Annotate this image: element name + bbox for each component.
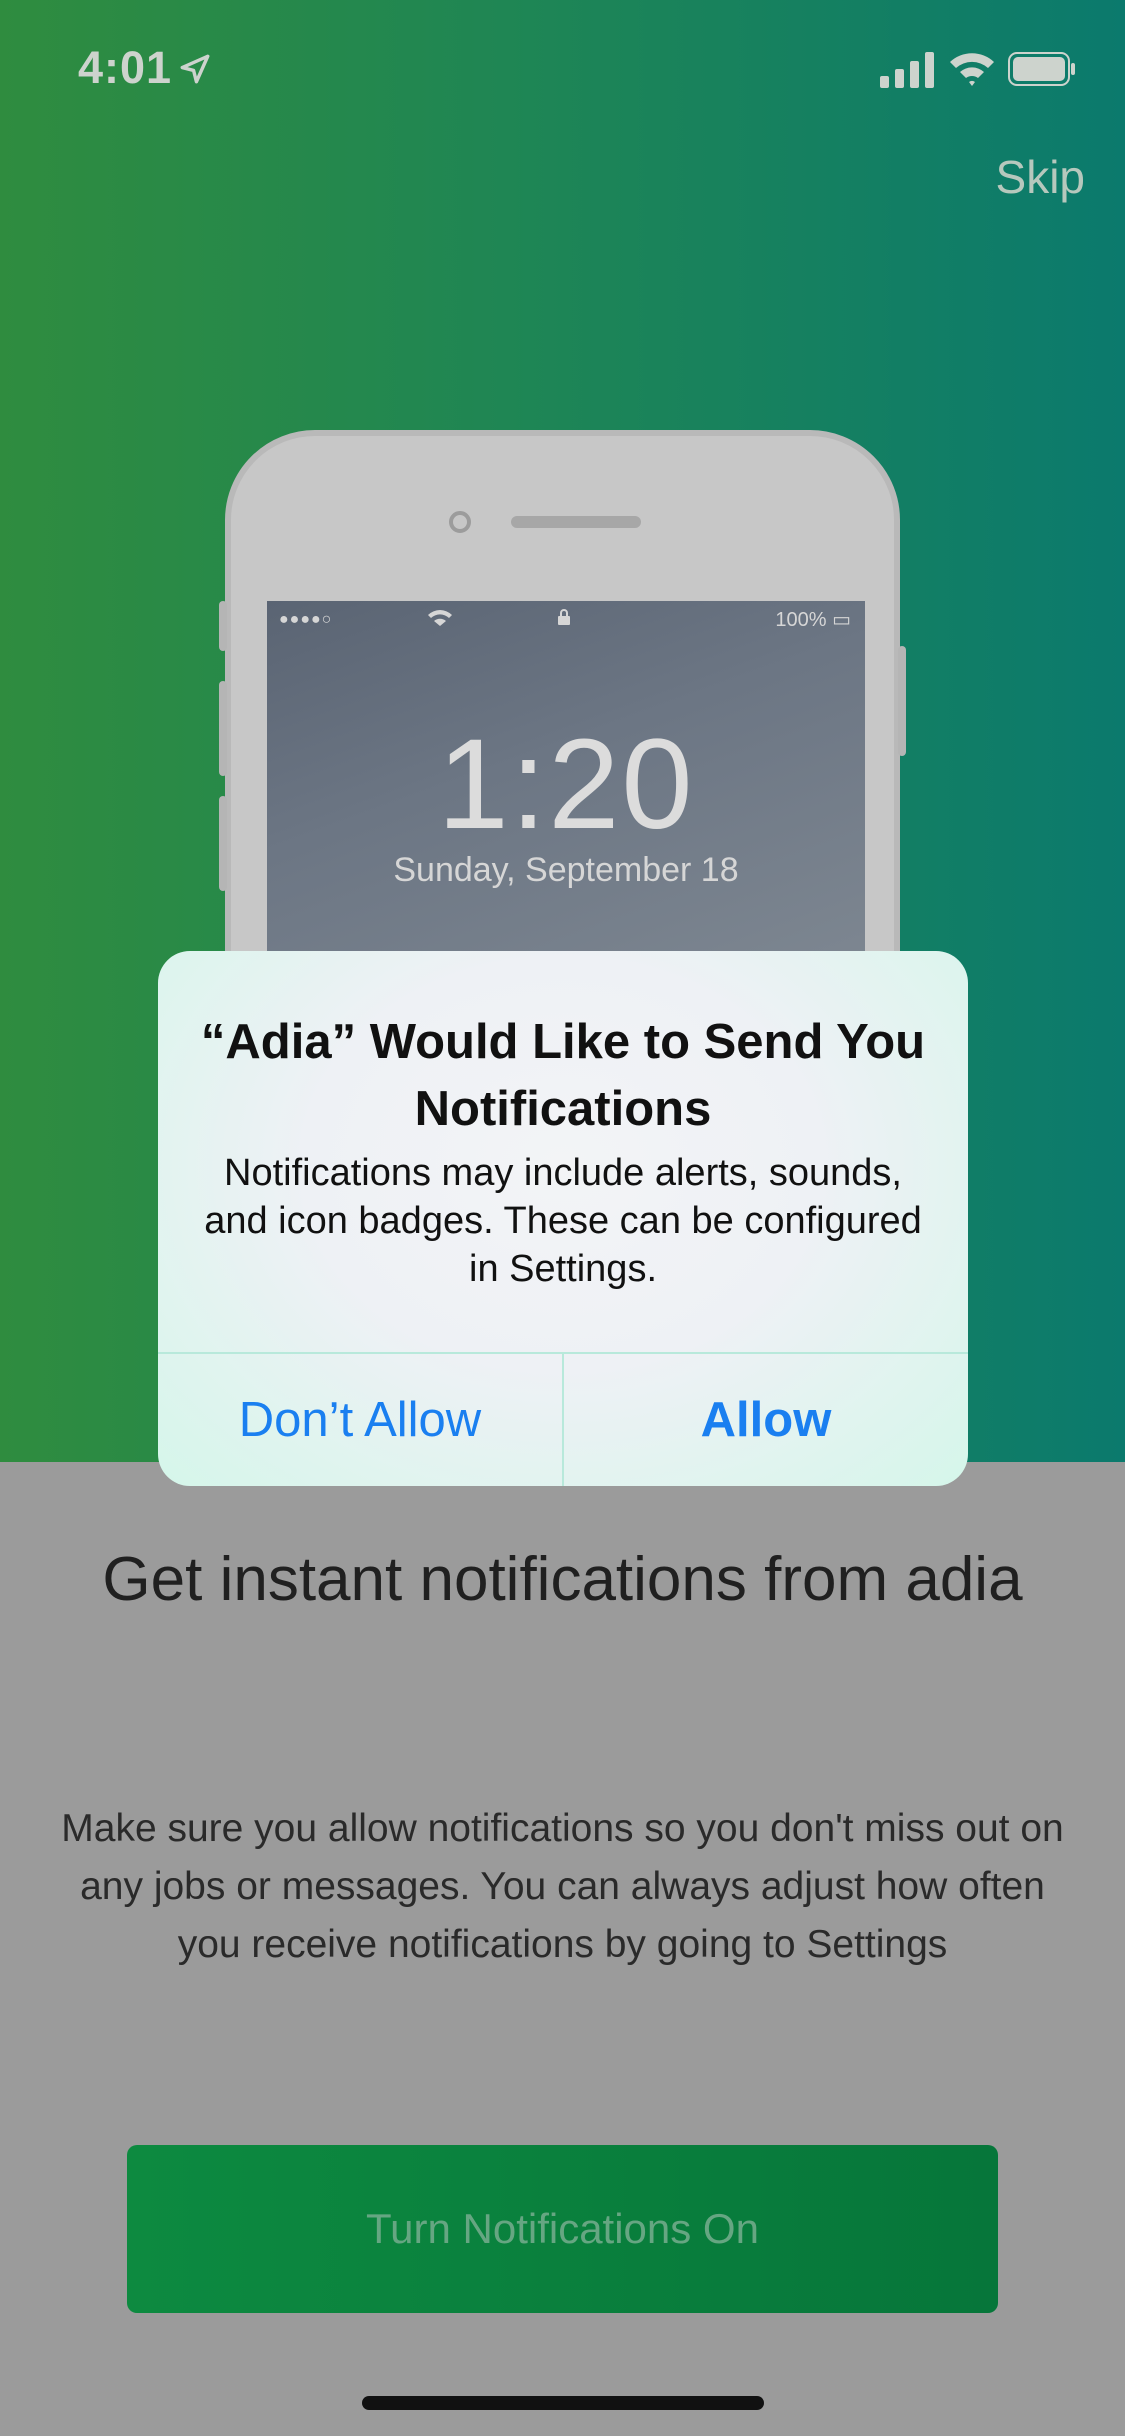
skip-button[interactable]: Skip [996,150,1085,204]
wifi-icon [950,53,994,86]
signal-dots-icon: ●●●●○ [279,611,333,628]
lock-screen-status-bar: ●●●●○ 100% ▭ [267,601,865,637]
phone-side-button [898,646,906,756]
location-arrow-icon [180,54,210,84]
wifi-icon [428,610,452,626]
alert-message: Notifications may include alerts, sounds… [204,1152,922,1290]
phone-speaker [511,516,641,528]
cta-label: Turn Notifications On [366,2205,759,2252]
lock-screen-date: Sunday, September 18 [393,851,739,889]
page-title: Get instant notifications from adia [102,1545,1023,1614]
turn-notifications-on-button[interactable]: Turn Notifications On [127,2145,998,2313]
notification-permission-alert: “Adia” Would Like to Send You Notificati… [158,951,968,1486]
phone-side-button [219,796,227,891]
page-description: Make sure you allow notifications so you… [61,1807,1064,1966]
home-indicator[interactable] [362,2396,764,2410]
dont-allow-button[interactable]: Don’t Allow [158,1354,562,1486]
lock-screen-battery: 100% ▭ [775,609,851,631]
lock-screen-clock: 1:20 [437,713,695,856]
phone-side-button [219,601,227,651]
lock-icon [558,609,570,625]
phone-side-button [219,681,227,776]
battery-icon [1008,52,1075,86]
status-bar: 4:01 [0,0,1125,140]
allow-button[interactable]: Allow [564,1354,968,1486]
camera-icon [449,511,471,533]
alert-title: “Adia” Would Like to Send You Notificati… [200,1015,926,1136]
status-time: 4:01 [78,42,173,93]
cellular-signal-icon [880,52,934,88]
